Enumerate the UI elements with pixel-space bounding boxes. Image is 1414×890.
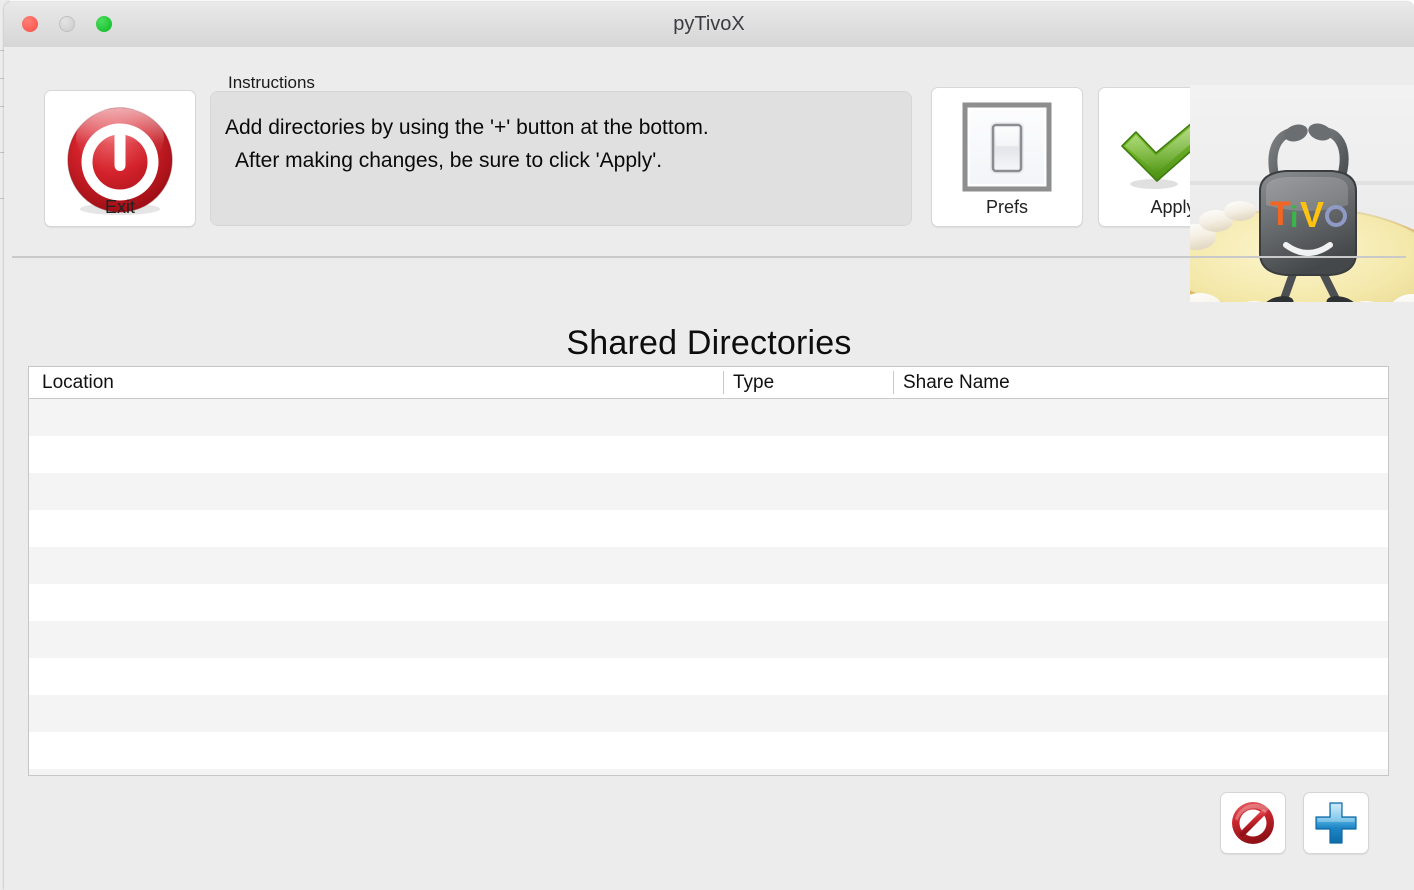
page-title: Shared Directories xyxy=(4,324,1414,363)
column-header-share-name[interactable]: Share Name xyxy=(894,367,1010,398)
table-row[interactable] xyxy=(29,621,1388,658)
remove-prohibited-icon xyxy=(1229,799,1277,847)
table-row[interactable] xyxy=(29,695,1388,732)
add-plus-icon xyxy=(1312,799,1360,847)
table-body xyxy=(29,399,1388,776)
shared-directories-table[interactable]: Location Type Share Name xyxy=(28,366,1389,776)
exit-button[interactable]: Exit xyxy=(44,90,196,227)
prefs-button[interactable]: Prefs xyxy=(931,87,1083,227)
table-row[interactable] xyxy=(29,584,1388,621)
instructions-line-1: Add directories by using the '+' button … xyxy=(225,116,709,140)
column-header-type[interactable]: Type xyxy=(724,367,774,398)
content-area: Shared Directories Location Type Share N… xyxy=(4,302,1414,890)
instructions-label: Instructions xyxy=(228,73,315,93)
table-row[interactable] xyxy=(29,658,1388,695)
column-header-location[interactable]: Location xyxy=(33,367,114,398)
screen: pyTivoX xyxy=(0,0,1414,890)
svg-text:V: V xyxy=(1300,194,1324,235)
svg-text:i: i xyxy=(1290,201,1298,234)
exit-button-label: Exit xyxy=(45,197,195,218)
titlebar: pyTivoX xyxy=(4,2,1414,48)
table-row[interactable] xyxy=(29,510,1388,547)
add-directory-button[interactable] xyxy=(1303,792,1369,854)
table-row[interactable] xyxy=(29,399,1388,436)
table-row[interactable] xyxy=(29,769,1388,776)
instructions-panel: Add directories by using the '+' button … xyxy=(210,91,912,226)
table-row[interactable] xyxy=(29,732,1388,769)
svg-text:T: T xyxy=(1270,195,1291,233)
light-switch-icon xyxy=(960,100,1054,194)
table-header-row: Location Type Share Name xyxy=(29,367,1388,399)
window-title: pyTivoX xyxy=(4,2,1414,47)
app-window: pyTivoX xyxy=(4,2,1414,890)
toolbar: Exit Instructions Add directories by usi… xyxy=(4,47,1414,302)
toolbar-separator xyxy=(12,256,1406,258)
instructions-line-2: After making changes, be sure to click '… xyxy=(235,149,662,173)
table-row[interactable] xyxy=(29,473,1388,510)
prefs-button-label: Prefs xyxy=(932,197,1082,218)
table-row[interactable] xyxy=(29,547,1388,584)
remove-directory-button[interactable] xyxy=(1220,792,1286,854)
table-row[interactable] xyxy=(29,436,1388,473)
